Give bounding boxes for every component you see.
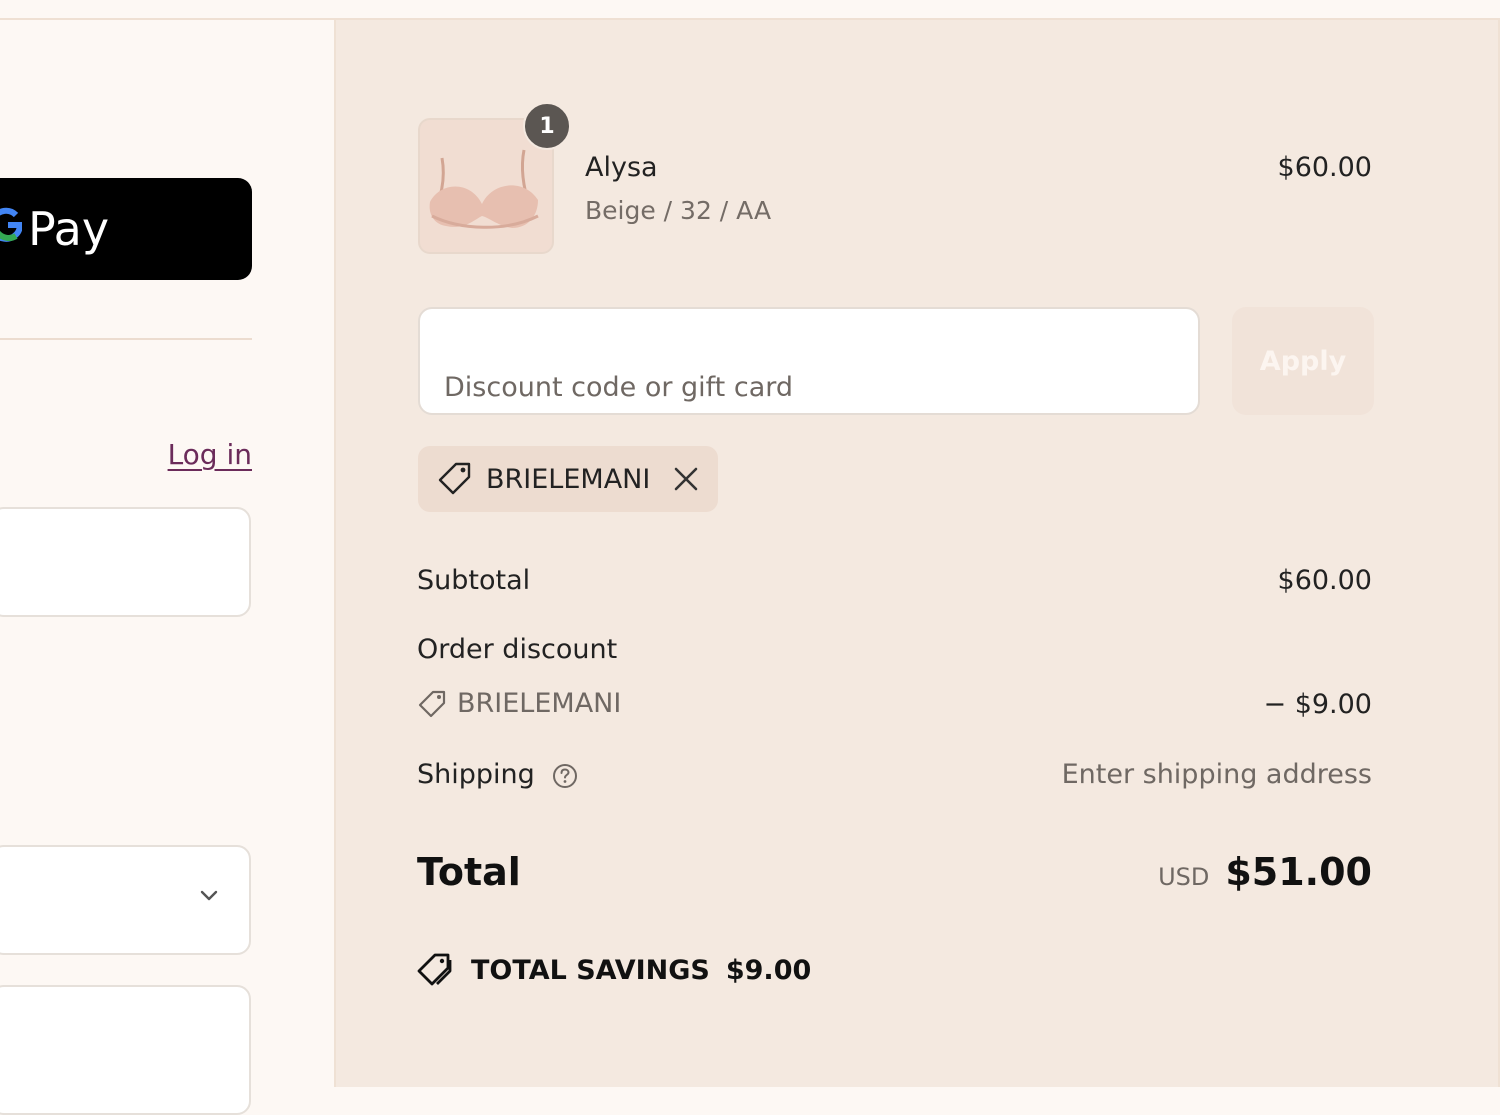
google-pay-label: Pay: [28, 202, 110, 256]
country-select[interactable]: [0, 845, 251, 955]
tag-icon: [418, 690, 446, 717]
shipping-row-label: Shipping: [417, 759, 579, 790]
email-field[interactable]: [0, 507, 251, 617]
top-bar: [0, 0, 1500, 20]
order-discount-value: − $9.00: [1263, 689, 1372, 720]
product-variant: Beige / 32 / AA: [585, 196, 772, 225]
shipping-value: Enter shipping address: [1061, 759, 1372, 790]
total-value: $51.00: [1225, 850, 1372, 894]
close-icon[interactable]: [672, 465, 700, 493]
discount-code-input[interactable]: [418, 307, 1200, 415]
order-discount-code-text: BRIELEMANI: [457, 688, 622, 719]
google-pay-button[interactable]: Pay: [0, 178, 252, 280]
shipping-label: Shipping: [417, 759, 535, 790]
google-g-icon: [0, 203, 23, 255]
currency-code: USD: [1158, 863, 1210, 891]
apply-button[interactable]: Apply: [1232, 307, 1374, 415]
total-label: Total: [417, 850, 521, 894]
applied-discount-code: BRIELEMANI: [486, 463, 651, 495]
order-discount-label: Order discount: [417, 634, 618, 665]
name-field[interactable]: [0, 985, 251, 1115]
product-name: Alysa: [585, 152, 658, 183]
quantity-badge: 1: [523, 102, 571, 150]
subtotal-label: Subtotal: [417, 565, 531, 596]
total-savings-label: TOTAL SAVINGS: [471, 954, 710, 986]
order-summary-panel: 1 Alysa Beige / 32 / AA $60.00 Apply BRI…: [336, 20, 1500, 1087]
login-link[interactable]: Log in: [168, 438, 252, 471]
product-price: $60.00: [1277, 152, 1372, 183]
chevron-down-icon: [200, 890, 218, 901]
applied-discount-chip: BRIELEMANI: [418, 446, 718, 512]
subtotal-value: $60.00: [1277, 565, 1372, 596]
help-circle-icon[interactable]: [551, 762, 579, 790]
total-amount: USD $51.00: [1158, 850, 1372, 894]
order-discount-code: BRIELEMANI: [417, 688, 621, 719]
savings-tag-icon: [417, 953, 452, 986]
total-savings: TOTAL SAVINGS $9.00: [417, 952, 811, 988]
total-savings-value: $9.00: [725, 954, 812, 986]
tag-icon: [438, 462, 471, 495]
divider: [0, 338, 252, 340]
checkout-form-column: Pay Log in: [0, 20, 336, 1115]
